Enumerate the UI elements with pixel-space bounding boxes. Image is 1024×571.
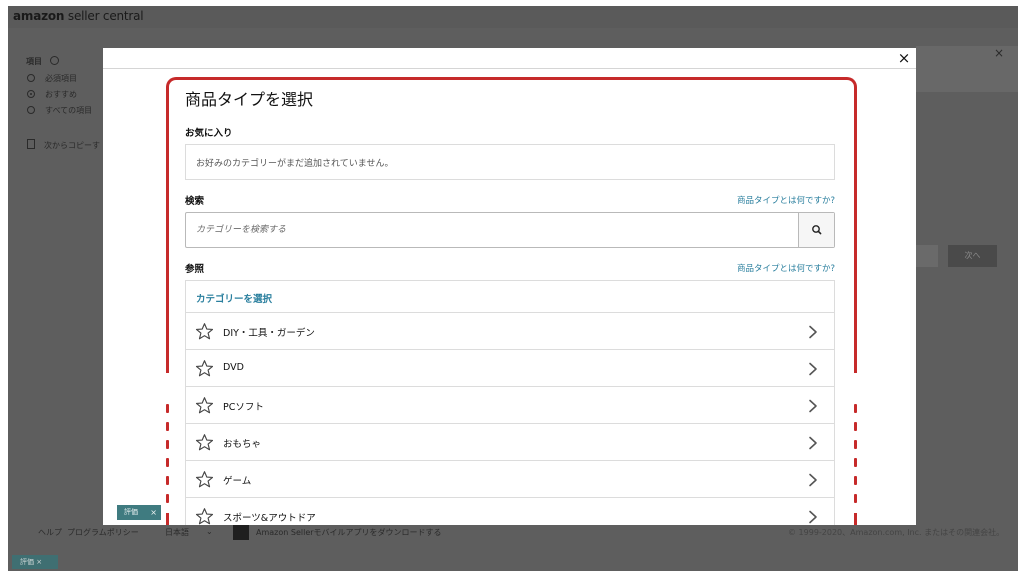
badge-close-icon[interactable]: × xyxy=(150,505,157,520)
radio-required xyxy=(27,74,35,82)
highlight-dash xyxy=(854,440,857,449)
category-label: DVD xyxy=(223,362,244,373)
category-browser: カテゴリーを選択 DIY・工具・ガーデン DVD PCソフトおもちゃゲームスポーツ&… xyxy=(185,280,835,525)
footer-policy-link: プログラムポリシー xyxy=(67,528,139,537)
search-input[interactable] xyxy=(186,213,799,247)
select-category-link[interactable]: カテゴリーを選択 xyxy=(196,291,272,305)
category-row[interactable]: おもちゃ xyxy=(186,424,834,461)
search-help-link[interactable]: 商品タイプとは何ですか? xyxy=(737,194,835,206)
footer-help-link: ヘルプ xyxy=(38,528,62,537)
browse-label: 参照 xyxy=(185,264,205,275)
category-row[interactable]: DIY・工具・ガーデン xyxy=(186,313,834,350)
category-label: スポーツ&アウトドア xyxy=(223,513,316,524)
category-row[interactable]: ゲーム xyxy=(186,461,834,498)
highlight-dash xyxy=(166,440,169,449)
copy-from-label: 次からコピーす xyxy=(44,141,100,150)
background-close-icon: × xyxy=(994,46,1005,60)
feedback-badge[interactable]: 評価 × xyxy=(117,505,161,520)
highlight-dash xyxy=(166,404,169,413)
radio-all-label: すべての項目 xyxy=(45,106,93,115)
chevron-right-icon xyxy=(808,361,818,376)
category-browser-header: カテゴリーを選択 xyxy=(186,281,834,313)
footer-language-select: 日本語 xyxy=(165,528,189,537)
category-row[interactable]: スポーツ&アウトドア xyxy=(186,498,834,525)
highlight-dash xyxy=(854,476,857,485)
product-type-modal: × 商品タイプを選択 お気に入り お好みのカテゴリーがまだ追加されていません。 … xyxy=(103,48,916,525)
favorites-box: お好みのカテゴリーがまだ追加されていません。 xyxy=(185,144,835,180)
highlight-dash xyxy=(166,494,169,503)
close-icon[interactable]: × xyxy=(896,49,912,67)
modal-title: 商品タイプを選択 xyxy=(185,90,314,109)
star-outline-icon[interactable] xyxy=(195,470,214,489)
highlight-dash xyxy=(166,476,169,485)
mobile-phone-icon xyxy=(233,524,249,540)
background-header xyxy=(8,6,1018,28)
chevron-down-icon: ⌄ xyxy=(206,527,213,536)
modal-top-bar: × xyxy=(103,48,916,69)
radio-recommended-label: おすすめ xyxy=(45,90,77,99)
search-button[interactable] xyxy=(798,213,834,247)
frame-left xyxy=(0,0,8,571)
seller-central-logo: amazon seller central xyxy=(13,9,144,23)
search-box xyxy=(185,212,835,248)
chevron-right-icon xyxy=(808,472,818,487)
category-row[interactable]: DVD xyxy=(186,350,834,387)
favorites-label: お気に入り xyxy=(185,128,233,139)
chevron-right-icon xyxy=(808,398,818,413)
search-icon xyxy=(812,225,822,235)
browse-help-link[interactable]: 商品タイプとは何ですか? xyxy=(737,262,835,274)
footer-copyright: © 1999-2020、Amazon.com, Inc. またはその関連会社。 xyxy=(788,528,1005,537)
background-next-button: 次へ xyxy=(948,245,997,267)
star-outline-icon[interactable] xyxy=(195,359,214,378)
highlight-dash xyxy=(854,494,857,503)
frame-right xyxy=(1018,0,1024,571)
category-row[interactable]: PCソフト xyxy=(186,387,834,424)
chevron-right-icon xyxy=(808,509,818,524)
background-item-label: 項目 xyxy=(26,57,42,66)
star-outline-icon[interactable] xyxy=(195,507,214,525)
highlight-dash xyxy=(854,422,857,431)
category-label: PCソフト xyxy=(223,402,264,413)
radio-all xyxy=(27,106,35,114)
favorites-empty-message: お好みのカテゴリーがまだ追加されていません。 xyxy=(196,159,394,169)
background-prev-button xyxy=(916,245,938,267)
feedback-badge-label: 評価 xyxy=(124,508,138,516)
radio-recommended xyxy=(27,90,35,98)
highlight-dash xyxy=(854,458,857,467)
category-label: おもちゃ xyxy=(223,439,262,450)
highlight-dash xyxy=(166,422,169,431)
category-label: ゲーム xyxy=(223,476,252,487)
star-outline-icon[interactable] xyxy=(195,396,214,415)
footer-app-download: Amazon Sellerモバイルアプリをダウンロードする xyxy=(256,528,442,537)
highlight-dash xyxy=(854,404,857,413)
category-label: DIY・工具・ガーデン xyxy=(223,328,315,339)
frame-top xyxy=(0,0,1024,6)
copy-icon xyxy=(27,139,35,149)
radio-required-label: 必須項目 xyxy=(45,74,77,83)
chevron-right-icon xyxy=(808,324,818,339)
star-outline-icon[interactable] xyxy=(195,322,214,341)
chevron-right-icon xyxy=(808,435,818,450)
star-outline-icon[interactable] xyxy=(195,433,214,452)
background-feedback-badge: 評価 × xyxy=(12,555,58,569)
help-circle-icon xyxy=(50,56,59,65)
highlight-dash xyxy=(166,458,169,467)
search-label: 検索 xyxy=(185,196,205,207)
